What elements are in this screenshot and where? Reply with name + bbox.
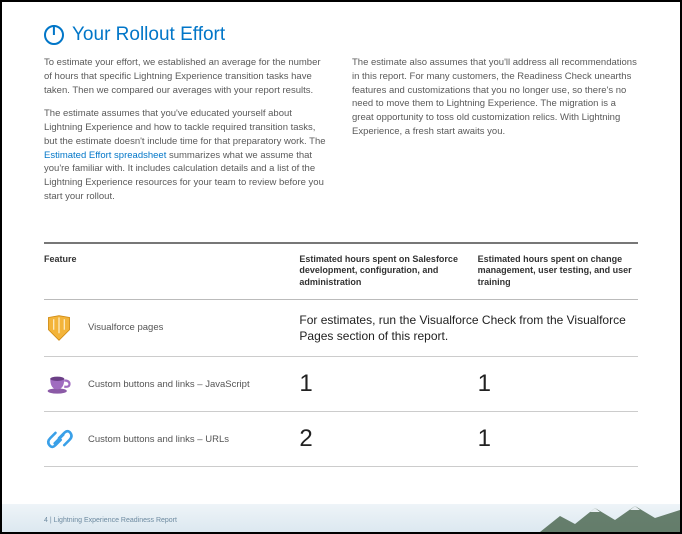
page-footer: 4 | Lightning Experience Readiness Repor… [2,504,680,532]
estimated-effort-link[interactable]: Estimated Effort spreadsheet [44,150,166,161]
change-hours-value: 1 [478,370,632,398]
section-header: Your Rollout Effort [44,24,638,46]
table-row: Custom buttons and links – URLs 2 1 [44,412,638,467]
intro-paragraph-2: The estimate assumes that you've educate… [44,107,330,203]
dev-hours-value: 1 [299,370,471,398]
visualforce-icon [44,313,74,343]
mountain-decoration [540,504,680,532]
intro-para2-pre: The estimate assumes that you've educate… [44,108,326,147]
intro-left-column: To estimate your effort, we established … [44,56,330,214]
table-header-change: Estimated hours spent on change manageme… [478,243,638,300]
coffee-cup-icon [44,369,74,399]
link-icon [44,424,74,454]
dev-hours-value: 2 [299,425,471,453]
page-title: Your Rollout Effort [72,24,225,46]
feature-label: Custom buttons and links – URLs [88,434,229,445]
footer-page-label: 4 | Lightning Experience Readiness Repor… [44,517,177,524]
intro-paragraph-3: The estimate also assumes that you'll ad… [352,56,638,139]
intro-paragraph-1: To estimate your effort, we established … [44,56,330,97]
feature-label: Custom buttons and links – JavaScript [88,379,250,390]
visualforce-note: For estimates, run the Visualforce Check… [299,312,632,344]
table-header-dev: Estimated hours spent on Salesforce deve… [299,243,477,300]
table-row: Custom buttons and links – JavaScript 1 … [44,357,638,412]
feature-label: Visualforce pages [88,322,163,333]
table-header-feature: Feature [44,243,299,300]
change-hours-value: 1 [478,425,632,453]
intro-columns: To estimate your effort, we established … [44,56,638,214]
rollout-effort-table: Feature Estimated hours spent on Salesfo… [44,242,638,467]
table-row: Visualforce pages For estimates, run the… [44,299,638,356]
power-icon [44,25,64,45]
intro-right-column: The estimate also assumes that you'll ad… [352,56,638,214]
